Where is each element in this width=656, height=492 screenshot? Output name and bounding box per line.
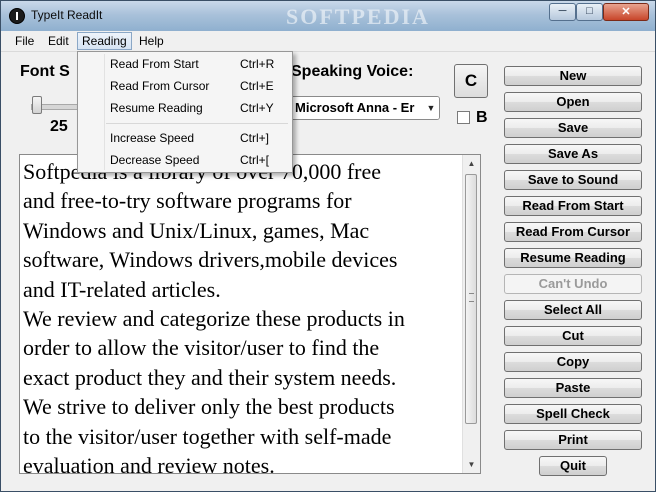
- minimize-button[interactable]: ─: [549, 3, 576, 21]
- voice-select[interactable]: Microsoft Anna - Er ▼: [290, 96, 440, 120]
- maximize-button[interactable]: □: [576, 3, 603, 21]
- save-as-button[interactable]: Save As: [504, 144, 642, 164]
- paste-button[interactable]: Paste: [504, 378, 642, 398]
- softpedia-watermark: SOFTPEDIA: [286, 4, 430, 29]
- menu-item-shortcut: Ctrl+]: [240, 131, 270, 145]
- close-button[interactable]: ✕: [603, 3, 649, 21]
- menu-item-decrease-speed[interactable]: Decrease Speed Ctrl+[: [78, 150, 292, 170]
- editor-text[interactable]: Softpedia is a library of over 70,000 fr…: [23, 157, 463, 473]
- speaking-voice-label: Speaking Voice:: [291, 63, 414, 80]
- maximize-icon: □: [586, 5, 593, 17]
- bold-checkbox[interactable]: [457, 111, 470, 124]
- menu-reading[interactable]: Reading: [77, 32, 132, 50]
- menu-item-shortcut: Ctrl+[: [240, 153, 270, 167]
- voice-selected-value: Microsoft Anna - Er: [295, 100, 415, 115]
- menu-item-shortcut: Ctrl+Y: [240, 101, 274, 115]
- app-icon: [9, 8, 25, 24]
- menu-separator: [106, 123, 288, 124]
- menu-edit[interactable]: Edit: [44, 33, 73, 49]
- menu-item-label: Increase Speed: [110, 131, 195, 145]
- font-size-value: 25: [50, 118, 68, 135]
- window-title: TypeIt ReadIt: [31, 8, 103, 22]
- font-size-label: Font S: [20, 63, 70, 80]
- save-button[interactable]: Save: [504, 118, 642, 138]
- print-button[interactable]: Print: [504, 430, 642, 450]
- menu-item-read-from-start[interactable]: Read From Start Ctrl+R: [78, 54, 292, 74]
- spell-check-button[interactable]: Spell Check: [504, 404, 642, 424]
- cut-button[interactable]: Cut: [504, 326, 642, 346]
- resume-reading-button[interactable]: Resume Reading: [504, 248, 642, 268]
- bold-label: B: [476, 109, 488, 126]
- scroll-up-arrow-icon[interactable]: ▲: [463, 155, 480, 172]
- minimize-icon: ─: [558, 5, 567, 17]
- menu-item-label: Read From Start: [110, 57, 199, 71]
- quit-button[interactable]: Quit: [539, 456, 607, 476]
- menu-file[interactable]: File: [11, 33, 38, 49]
- menu-item-read-from-cursor[interactable]: Read From Cursor Ctrl+E: [78, 76, 292, 96]
- menu-item-shortcut: Ctrl+E: [240, 79, 274, 93]
- c-button[interactable]: C: [454, 64, 488, 98]
- title-bar: TypeIt ReadIt SOFTPEDIA ─ □ ✕: [1, 1, 655, 31]
- scroll-down-arrow-icon[interactable]: ▼: [463, 456, 480, 473]
- menu-item-shortcut: Ctrl+R: [240, 57, 275, 71]
- select-all-button[interactable]: Select All: [504, 300, 642, 320]
- editor-scrollbar[interactable]: ▲ ▼: [462, 155, 480, 473]
- menu-item-label: Resume Reading: [110, 101, 203, 115]
- undo-button[interactable]: Can't Undo: [504, 274, 642, 294]
- read-from-cursor-button[interactable]: Read From Cursor: [504, 222, 642, 242]
- copy-button[interactable]: Copy: [504, 352, 642, 372]
- chevron-down-icon: ▼: [423, 97, 439, 119]
- scroll-grip-icon: [469, 293, 474, 302]
- menu-item-resume-reading[interactable]: Resume Reading Ctrl+Y: [78, 98, 292, 118]
- app-window: TypeIt ReadIt SOFTPEDIA ─ □ ✕ File Edit …: [0, 0, 656, 492]
- font-size-slider-thumb[interactable]: [32, 96, 42, 114]
- open-button[interactable]: Open: [504, 92, 642, 112]
- close-icon: ✕: [621, 6, 631, 18]
- new-button[interactable]: New: [504, 66, 642, 86]
- menu-bar: File Edit Reading Help: [1, 31, 655, 52]
- reading-dropdown-menu: Read From Start Ctrl+R Read From Cursor …: [77, 51, 293, 173]
- save-to-sound-button[interactable]: Save to Sound: [504, 170, 642, 190]
- read-from-start-button[interactable]: Read From Start: [504, 196, 642, 216]
- menu-item-label: Decrease Speed: [110, 153, 200, 167]
- menu-item-increase-speed[interactable]: Increase Speed Ctrl+]: [78, 128, 292, 148]
- menu-help[interactable]: Help: [135, 33, 168, 49]
- scroll-thumb[interactable]: [465, 174, 477, 424]
- menu-item-label: Read From Cursor: [110, 79, 210, 93]
- text-editor[interactable]: Softpedia is a library of over 70,000 fr…: [19, 154, 481, 474]
